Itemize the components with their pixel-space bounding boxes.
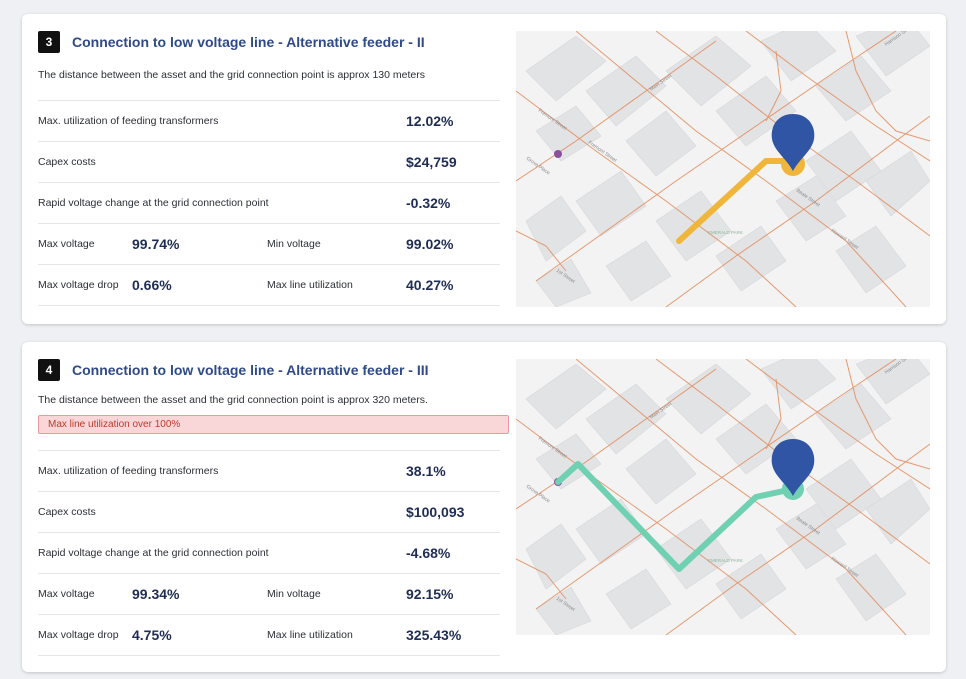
option-number-badge: 3: [38, 31, 60, 53]
metric-value: 40.27%: [406, 277, 454, 293]
metric-value: 4.75%: [132, 627, 172, 643]
metric-label: Max voltage drop: [38, 629, 119, 641]
map-canvas[interactable]: Fremont Street Grove Place 1st Street Be…: [516, 359, 930, 635]
park-label: EMERALD PARK: [708, 230, 743, 235]
option-number-badge: 4: [38, 359, 60, 381]
metric-value: $100,093: [406, 504, 465, 520]
card-title[interactable]: Connection to low voltage line - Alterna…: [72, 34, 425, 50]
metric-label: Max. utilization of feeding transformers: [38, 465, 219, 477]
metric-label: Rapid voltage change at the grid connect…: [38, 547, 269, 559]
metric-row-voltage: Max voltage 99.74% Min voltage 99.02%: [38, 223, 500, 264]
metric-value: 325.43%: [406, 627, 462, 643]
route-map[interactable]: Fremont Street Fremont Street Grove Plac…: [516, 31, 930, 307]
map-canvas[interactable]: Fremont Street Fremont Street Grove Plac…: [516, 31, 930, 307]
metric-label: Min voltage: [267, 238, 321, 250]
metric-value: 38.1%: [406, 463, 446, 479]
metric-label: Capex costs: [38, 506, 96, 518]
park-label: EMERALD PARK: [708, 558, 743, 563]
metric-row-transformers: Max. utilization of feeding transformers…: [38, 100, 500, 141]
metric-row-drop-line: Max voltage drop 0.66% Max line utilizat…: [38, 264, 500, 306]
metric-label: Max voltage: [38, 238, 95, 250]
route-map[interactable]: Fremont Street Grove Place 1st Street Be…: [516, 359, 930, 635]
metric-value: -0.32%: [406, 195, 451, 211]
metric-row-drop-line: Max voltage drop 4.75% Max line utilizat…: [38, 614, 500, 656]
feeder-card-4: 4 Connection to low voltage line - Alter…: [22, 342, 946, 672]
metric-value: -4.68%: [406, 545, 451, 561]
distance-description: The distance between the asset and the g…: [38, 394, 428, 406]
card-header: 3 Connection to low voltage line - Alter…: [38, 31, 425, 53]
metric-value: $24,759: [406, 154, 457, 170]
card-title[interactable]: Connection to low voltage line - Alterna…: [72, 362, 429, 378]
metric-label: Min voltage: [267, 588, 321, 600]
metric-value: 99.02%: [406, 236, 454, 252]
metric-label: Capex costs: [38, 156, 96, 168]
metrics-table: Max. utilization of feeding transformers…: [38, 450, 500, 656]
metric-label: Max voltage: [38, 588, 95, 600]
metric-label: Rapid voltage change at the grid connect…: [38, 197, 269, 209]
card-header: 4 Connection to low voltage line - Alter…: [38, 359, 429, 381]
metric-value: 92.15%: [406, 586, 454, 602]
metric-row-transformers: Max. utilization of feeding transformers…: [38, 450, 500, 491]
metric-row-capex: Capex costs $24,759: [38, 141, 500, 182]
metric-value: 0.66%: [132, 277, 172, 293]
metric-row-rapid-voltage: Rapid voltage change at the grid connect…: [38, 182, 500, 223]
warning-alert: Max line utilization over 100%: [38, 415, 509, 434]
metric-row-capex: Capex costs $100,093: [38, 491, 500, 532]
metric-value: 99.74%: [132, 236, 180, 252]
metric-label: Max voltage drop: [38, 279, 119, 291]
metric-value: 12.02%: [406, 113, 454, 129]
metric-row-rapid-voltage: Rapid voltage change at the grid connect…: [38, 532, 500, 573]
metric-value: 99.34%: [132, 586, 180, 602]
metric-label: Max line utilization: [267, 629, 353, 641]
metric-label: Max line utilization: [267, 279, 353, 291]
distance-description: The distance between the asset and the g…: [38, 69, 425, 81]
metric-label: Max. utilization of feeding transformers: [38, 115, 219, 127]
metric-row-voltage: Max voltage 99.34% Min voltage 92.15%: [38, 573, 500, 614]
feeder-card-3: 3 Connection to low voltage line - Alter…: [22, 14, 946, 324]
metrics-table: Max. utilization of feeding transformers…: [38, 100, 500, 306]
